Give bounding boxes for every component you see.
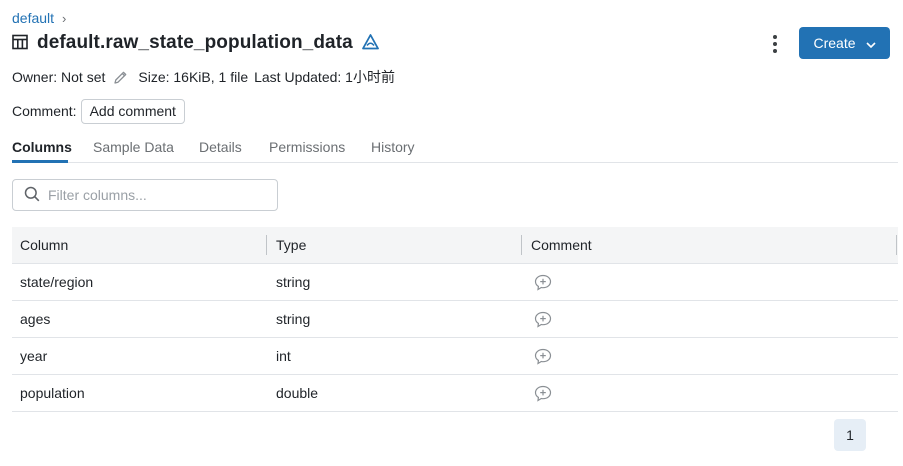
table-row: year int	[12, 338, 898, 375]
kebab-icon[interactable]	[766, 34, 784, 54]
add-comment-button[interactable]: Add comment	[80, 98, 185, 124]
cell-column-type: string	[276, 311, 311, 327]
filter-columns-input[interactable]	[48, 187, 268, 203]
header-comment[interactable]: Comment	[531, 237, 592, 253]
active-tab-indicator	[12, 160, 68, 163]
tab-bar: Columns Sample Data Details Permissions …	[12, 134, 898, 163]
comment-row: Comment: Add comment	[12, 98, 185, 124]
delta-icon	[361, 33, 379, 53]
cell-column-name: ages	[20, 311, 51, 327]
chevron-down-icon	[865, 35, 876, 51]
tab-columns[interactable]: Columns	[12, 139, 72, 155]
tab-sample-data[interactable]: Sample Data	[93, 139, 174, 155]
title-row: default.raw_state_population_data	[12, 30, 379, 56]
table-header: Column Type Comment	[12, 227, 898, 264]
cell-column-name: population	[20, 385, 85, 401]
add-comment-icon[interactable]	[534, 348, 552, 368]
tab-details[interactable]: Details	[199, 139, 242, 155]
create-button-label: Create	[813, 35, 856, 51]
table-meta: Owner: Not set Size: 16KiB, 1 file Last …	[12, 67, 395, 87]
cell-column-name: year	[20, 348, 48, 364]
table-row: ages string	[12, 301, 898, 338]
header-column[interactable]: Column	[20, 237, 68, 253]
owner-text: Owner: Not set	[12, 69, 106, 85]
tab-permissions[interactable]: Permissions	[269, 139, 345, 155]
column-resize-handle[interactable]	[521, 235, 522, 255]
pagination-page-button[interactable]: 1	[834, 419, 866, 451]
table-row: population double	[12, 375, 898, 412]
column-resize-handle[interactable]	[266, 235, 267, 255]
size-text: Size: 16KiB, 1 file	[138, 69, 249, 85]
comment-label: Comment:	[12, 103, 77, 119]
table-icon	[12, 34, 28, 53]
filter-columns-field[interactable]	[12, 179, 278, 211]
cell-column-type: int	[276, 348, 291, 364]
breadcrumb: default ›	[12, 9, 66, 27]
breadcrumb-schema-link[interactable]: default	[12, 10, 54, 26]
pencil-icon[interactable]	[113, 70, 128, 85]
last-updated-text: Last Updated: 1小时前	[254, 69, 395, 85]
column-resize-handle[interactable]	[896, 235, 897, 255]
table-row: state/region string	[12, 264, 898, 301]
add-comment-icon[interactable]	[534, 274, 552, 294]
header-type[interactable]: Type	[276, 237, 306, 253]
breadcrumb-separator: ›	[62, 10, 67, 26]
add-comment-icon[interactable]	[534, 385, 552, 405]
search-icon	[24, 186, 40, 205]
columns-table: Column Type Comment state/region string …	[12, 227, 898, 412]
tab-history[interactable]: History	[371, 139, 415, 155]
page-title: default.raw_state_population_data	[37, 32, 353, 53]
create-button[interactable]: Create	[799, 27, 890, 59]
add-comment-icon[interactable]	[534, 311, 552, 331]
cell-column-type: string	[276, 274, 311, 290]
cell-column-type: double	[276, 385, 319, 401]
cell-column-name: state/region	[20, 274, 94, 290]
